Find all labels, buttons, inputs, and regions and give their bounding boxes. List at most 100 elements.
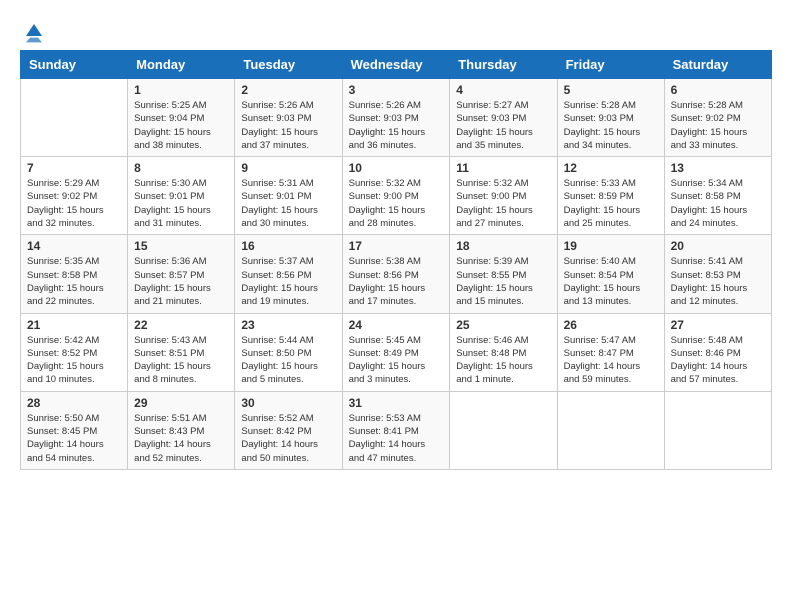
sunset-text: Sunset: 8:57 PM [134, 270, 204, 281]
page-header [20, 20, 772, 40]
calendar-day-cell: 19 Sunrise: 5:40 AM Sunset: 8:54 PM Dayl… [557, 235, 664, 313]
day-number: 14 [27, 239, 121, 253]
day-number: 11 [456, 161, 550, 175]
day-number: 3 [349, 83, 444, 97]
calendar-day-cell: 24 Sunrise: 5:45 AM Sunset: 8:49 PM Dayl… [342, 313, 450, 391]
calendar-day-cell: 16 Sunrise: 5:37 AM Sunset: 8:56 PM Dayl… [235, 235, 342, 313]
sunset-text: Sunset: 9:01 PM [241, 191, 311, 202]
sunset-text: Sunset: 8:56 PM [349, 270, 419, 281]
sunrise-text: Sunrise: 5:52 AM [241, 413, 313, 424]
day-info: Sunrise: 5:31 AM Sunset: 9:01 PM Dayligh… [241, 177, 335, 230]
day-info: Sunrise: 5:28 AM Sunset: 9:02 PM Dayligh… [671, 99, 765, 152]
daylight-text: Daylight: 14 hours and 47 minutes. [349, 439, 426, 463]
day-info: Sunrise: 5:35 AM Sunset: 8:58 PM Dayligh… [27, 255, 121, 308]
day-info: Sunrise: 5:38 AM Sunset: 8:56 PM Dayligh… [349, 255, 444, 308]
day-info: Sunrise: 5:52 AM Sunset: 8:42 PM Dayligh… [241, 412, 335, 465]
day-number: 9 [241, 161, 335, 175]
daylight-text: Daylight: 15 hours and 22 minutes. [27, 283, 104, 307]
day-info: Sunrise: 5:36 AM Sunset: 8:57 PM Dayligh… [134, 255, 228, 308]
calendar-week-row: 14 Sunrise: 5:35 AM Sunset: 8:58 PM Dayl… [21, 235, 772, 313]
calendar-day-cell: 21 Sunrise: 5:42 AM Sunset: 8:52 PM Dayl… [21, 313, 128, 391]
sunset-text: Sunset: 9:04 PM [134, 113, 204, 124]
sunrise-text: Sunrise: 5:40 AM [564, 256, 636, 267]
day-info: Sunrise: 5:50 AM Sunset: 8:45 PM Dayligh… [27, 412, 121, 465]
sunset-text: Sunset: 8:45 PM [27, 426, 97, 437]
day-info: Sunrise: 5:40 AM Sunset: 8:54 PM Dayligh… [564, 255, 658, 308]
day-number: 8 [134, 161, 228, 175]
calendar-day-cell: 4 Sunrise: 5:27 AM Sunset: 9:03 PM Dayli… [450, 79, 557, 157]
weekday-header: Tuesday [235, 51, 342, 79]
sunset-text: Sunset: 9:03 PM [564, 113, 634, 124]
sunset-text: Sunset: 8:41 PM [349, 426, 419, 437]
sunrise-text: Sunrise: 5:53 AM [349, 413, 421, 424]
day-info: Sunrise: 5:37 AM Sunset: 8:56 PM Dayligh… [241, 255, 335, 308]
day-info: Sunrise: 5:39 AM Sunset: 8:55 PM Dayligh… [456, 255, 550, 308]
sunrise-text: Sunrise: 5:26 AM [349, 100, 421, 111]
daylight-text: Daylight: 15 hours and 32 minutes. [27, 205, 104, 229]
calendar-day-cell: 18 Sunrise: 5:39 AM Sunset: 8:55 PM Dayl… [450, 235, 557, 313]
sunset-text: Sunset: 8:48 PM [456, 348, 526, 359]
calendar-day-cell: 3 Sunrise: 5:26 AM Sunset: 9:03 PM Dayli… [342, 79, 450, 157]
sunset-text: Sunset: 8:52 PM [27, 348, 97, 359]
day-number: 25 [456, 318, 550, 332]
sunset-text: Sunset: 9:03 PM [241, 113, 311, 124]
sunrise-text: Sunrise: 5:29 AM [27, 178, 99, 189]
day-info: Sunrise: 5:47 AM Sunset: 8:47 PM Dayligh… [564, 334, 658, 387]
day-info: Sunrise: 5:33 AM Sunset: 8:59 PM Dayligh… [564, 177, 658, 230]
sunrise-text: Sunrise: 5:26 AM [241, 100, 313, 111]
daylight-text: Daylight: 15 hours and 28 minutes. [349, 205, 426, 229]
sunset-text: Sunset: 9:02 PM [27, 191, 97, 202]
sunset-text: Sunset: 9:02 PM [671, 113, 741, 124]
day-number: 18 [456, 239, 550, 253]
day-number: 13 [671, 161, 765, 175]
sunset-text: Sunset: 8:59 PM [564, 191, 634, 202]
sunrise-text: Sunrise: 5:38 AM [349, 256, 421, 267]
calendar-day-cell: 28 Sunrise: 5:50 AM Sunset: 8:45 PM Dayl… [21, 391, 128, 469]
daylight-text: Daylight: 15 hours and 30 minutes. [241, 205, 318, 229]
daylight-text: Daylight: 15 hours and 3 minutes. [349, 361, 426, 385]
calendar-day-cell: 5 Sunrise: 5:28 AM Sunset: 9:03 PM Dayli… [557, 79, 664, 157]
calendar-day-cell: 10 Sunrise: 5:32 AM Sunset: 9:00 PM Dayl… [342, 157, 450, 235]
daylight-text: Daylight: 15 hours and 15 minutes. [456, 283, 533, 307]
weekday-header: Monday [128, 51, 235, 79]
daylight-text: Daylight: 15 hours and 36 minutes. [349, 127, 426, 151]
sunrise-text: Sunrise: 5:32 AM [349, 178, 421, 189]
calendar-week-row: 21 Sunrise: 5:42 AM Sunset: 8:52 PM Dayl… [21, 313, 772, 391]
day-info: Sunrise: 5:32 AM Sunset: 9:00 PM Dayligh… [349, 177, 444, 230]
daylight-text: Daylight: 14 hours and 50 minutes. [241, 439, 318, 463]
calendar-day-cell: 15 Sunrise: 5:36 AM Sunset: 8:57 PM Dayl… [128, 235, 235, 313]
day-info: Sunrise: 5:48 AM Sunset: 8:46 PM Dayligh… [671, 334, 765, 387]
day-number: 4 [456, 83, 550, 97]
daylight-text: Daylight: 15 hours and 21 minutes. [134, 283, 211, 307]
calendar-day-cell: 12 Sunrise: 5:33 AM Sunset: 8:59 PM Dayl… [557, 157, 664, 235]
sunset-text: Sunset: 8:56 PM [241, 270, 311, 281]
day-number: 26 [564, 318, 658, 332]
daylight-text: Daylight: 15 hours and 13 minutes. [564, 283, 641, 307]
day-number: 27 [671, 318, 765, 332]
daylight-text: Daylight: 14 hours and 54 minutes. [27, 439, 104, 463]
sunrise-text: Sunrise: 5:39 AM [456, 256, 528, 267]
logo [20, 20, 46, 40]
day-info: Sunrise: 5:42 AM Sunset: 8:52 PM Dayligh… [27, 334, 121, 387]
sunrise-text: Sunrise: 5:35 AM [27, 256, 99, 267]
daylight-text: Daylight: 14 hours and 57 minutes. [671, 361, 748, 385]
daylight-text: Daylight: 15 hours and 27 minutes. [456, 205, 533, 229]
daylight-text: Daylight: 15 hours and 38 minutes. [134, 127, 211, 151]
sunrise-text: Sunrise: 5:50 AM [27, 413, 99, 424]
daylight-text: Daylight: 14 hours and 59 minutes. [564, 361, 641, 385]
sunrise-text: Sunrise: 5:25 AM [134, 100, 206, 111]
day-number: 29 [134, 396, 228, 410]
sunrise-text: Sunrise: 5:34 AM [671, 178, 743, 189]
sunrise-text: Sunrise: 5:30 AM [134, 178, 206, 189]
weekday-header: Wednesday [342, 51, 450, 79]
sunrise-text: Sunrise: 5:46 AM [456, 335, 528, 346]
day-info: Sunrise: 5:28 AM Sunset: 9:03 PM Dayligh… [564, 99, 658, 152]
weekday-header: Thursday [450, 51, 557, 79]
sunrise-text: Sunrise: 5:41 AM [671, 256, 743, 267]
calendar-day-cell: 8 Sunrise: 5:30 AM Sunset: 9:01 PM Dayli… [128, 157, 235, 235]
weekday-header: Sunday [21, 51, 128, 79]
sunrise-text: Sunrise: 5:27 AM [456, 100, 528, 111]
weekday-header: Friday [557, 51, 664, 79]
calendar-week-row: 1 Sunrise: 5:25 AM Sunset: 9:04 PM Dayli… [21, 79, 772, 157]
day-info: Sunrise: 5:30 AM Sunset: 9:01 PM Dayligh… [134, 177, 228, 230]
